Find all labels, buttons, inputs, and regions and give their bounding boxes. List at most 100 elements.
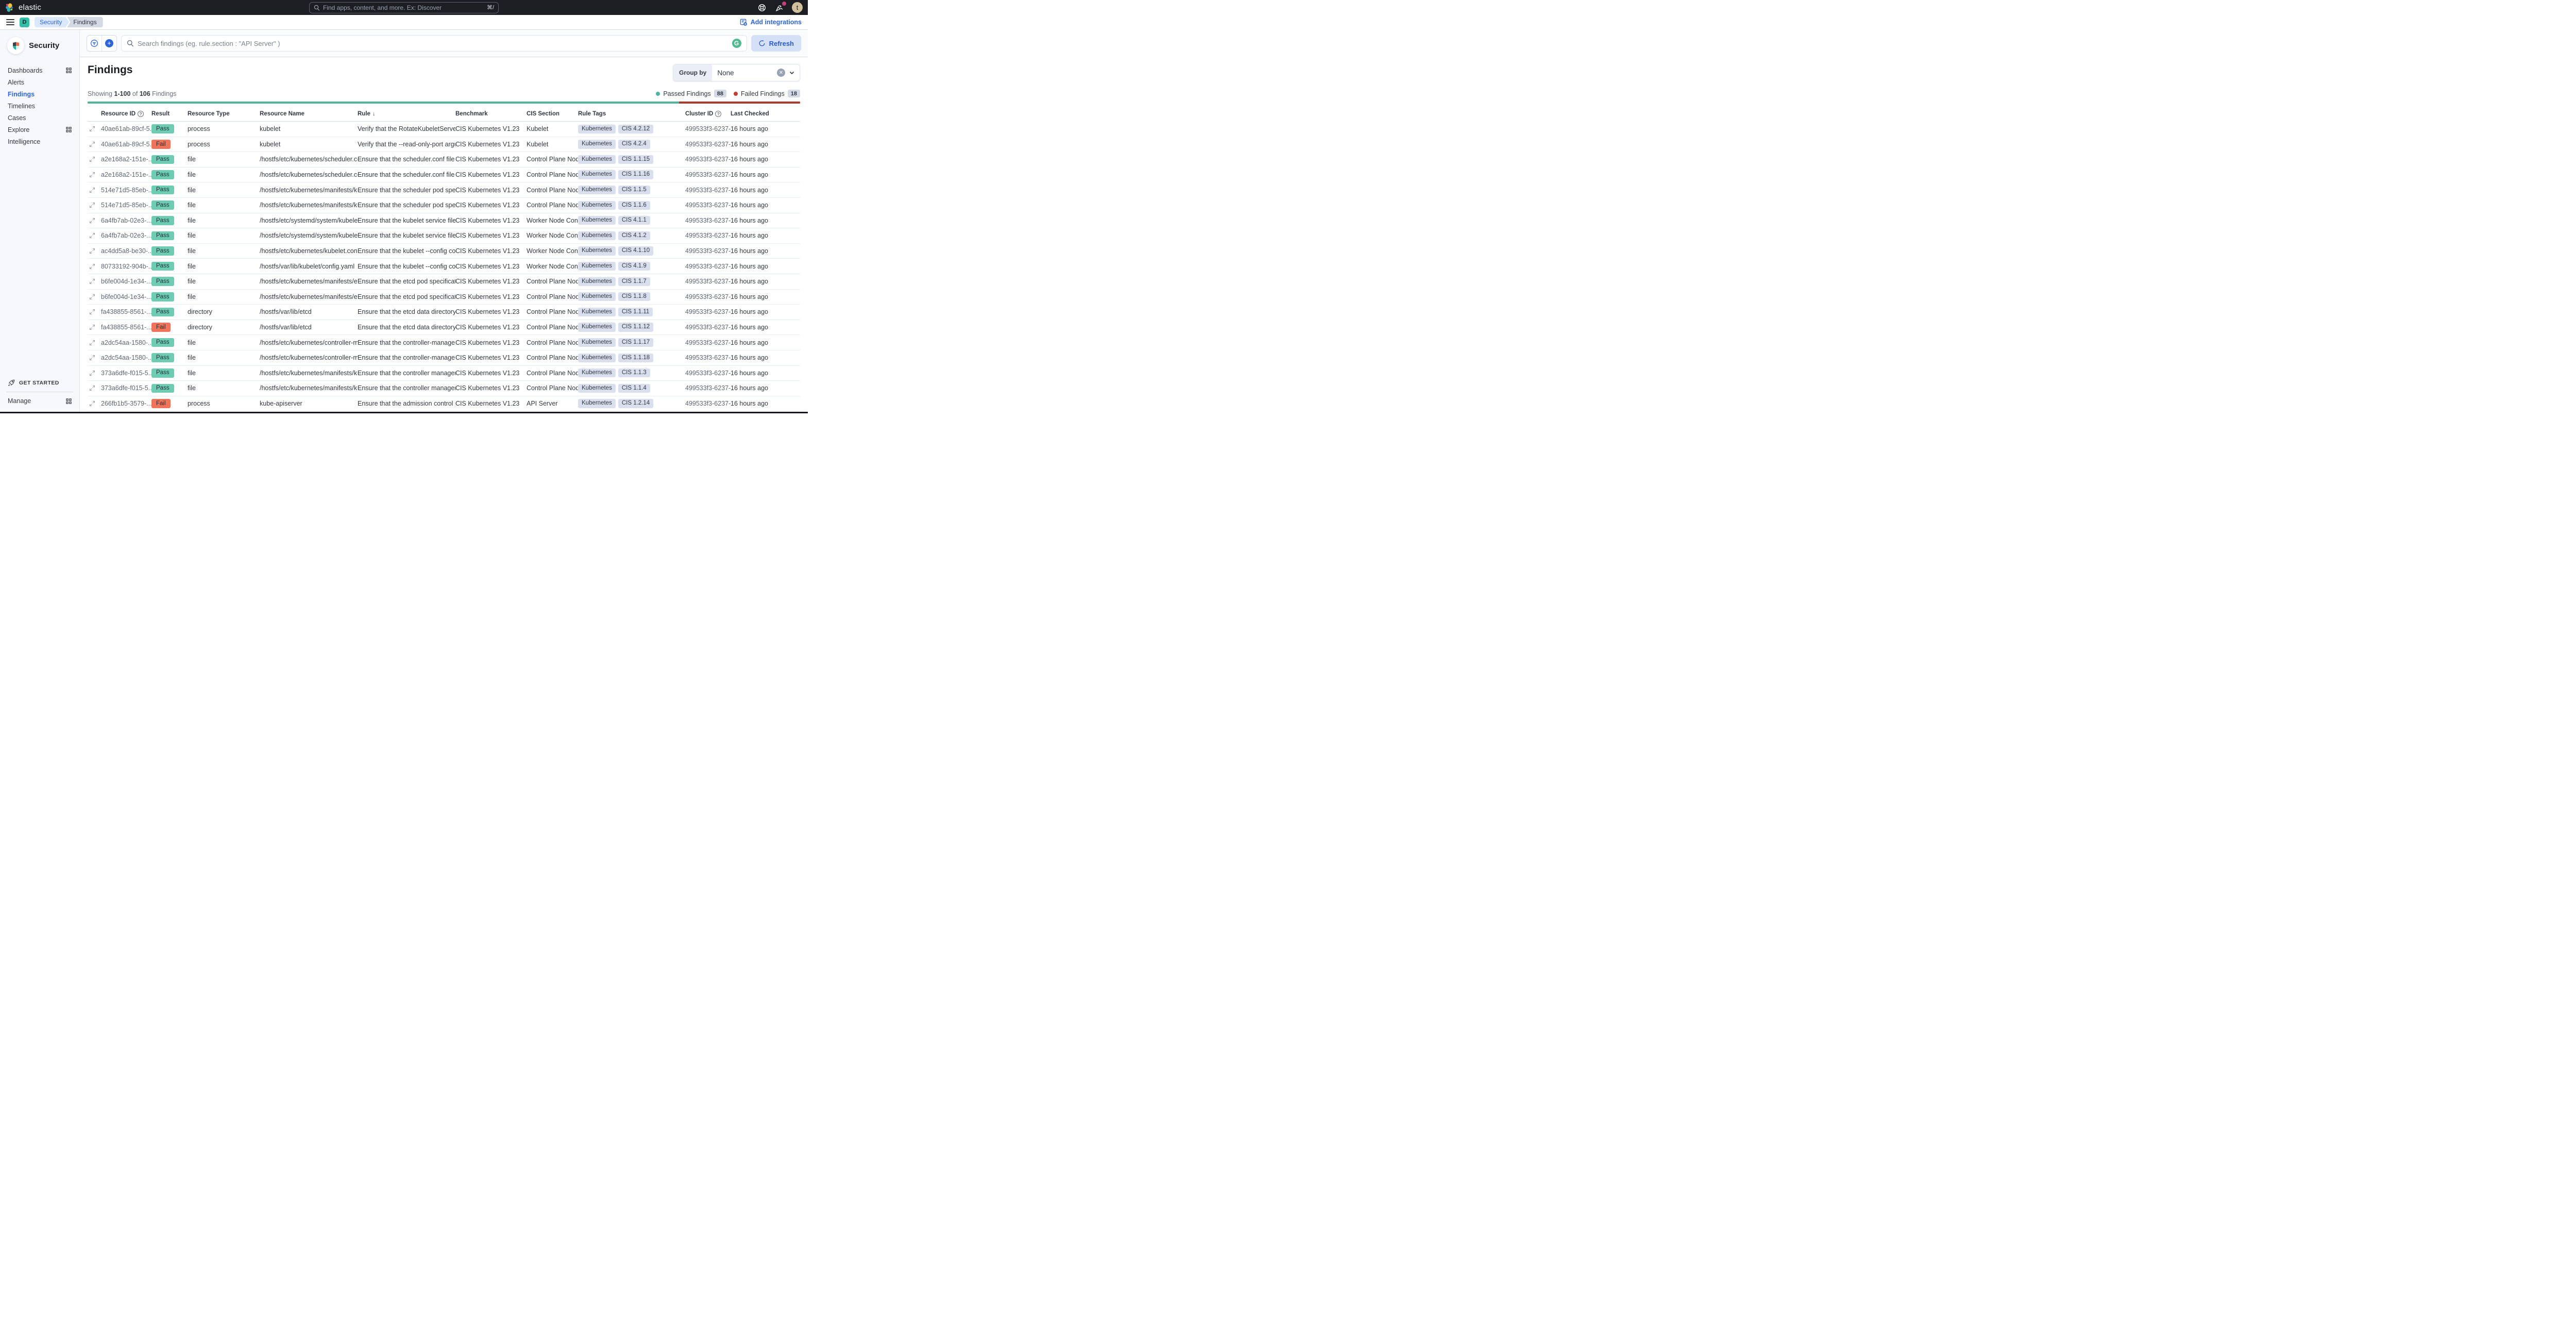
column-header-rule[interactable]: Rule ↓ [358, 107, 455, 121]
expand-row-icon[interactable] [88, 400, 101, 407]
global-search-input[interactable]: Find apps, content, and more. Ex: Discov… [309, 2, 499, 13]
sidebar-item-get-started[interactable]: GET STARTED [0, 375, 79, 391]
expand-row-icon[interactable] [88, 126, 101, 132]
help-icon[interactable] [757, 3, 767, 13]
column-header-last-checked[interactable]: Last Checked [731, 107, 800, 121]
column-header-benchmark[interactable]: Benchmark [455, 107, 527, 121]
expand-row-icon[interactable] [88, 340, 101, 346]
column-header-cluster-id[interactable]: Cluster ID? [685, 107, 731, 121]
sidebar-item-alerts[interactable]: Alerts [0, 76, 79, 88]
cluster-id-cell[interactable]: 499533f3-6237-... [685, 202, 731, 209]
expand-row-icon[interactable] [88, 217, 101, 224]
resource-id-cell[interactable]: a2dc54aa-1580-... [101, 339, 151, 346]
expand-row-icon[interactable] [88, 141, 101, 147]
expand-row-icon[interactable] [88, 324, 101, 330]
column-header-rule-tags[interactable]: Rule Tags [578, 107, 685, 121]
cluster-id-cell[interactable]: 499533f3-6237-... [685, 293, 731, 300]
expand-row-icon[interactable] [88, 294, 101, 300]
expand-row-icon[interactable] [88, 263, 101, 270]
cluster-id-cell[interactable]: 499533f3-6237-... [685, 354, 731, 361]
resource-id-cell[interactable]: 373a6dfe-f015-5... [101, 370, 151, 377]
expand-row-icon[interactable] [88, 156, 101, 162]
sidebar-item-findings[interactable]: Findings [0, 88, 79, 100]
expand-row-icon[interactable] [88, 355, 101, 361]
sidebar-item-intelligence[interactable]: Intelligence [0, 136, 79, 147]
column-header-resource-type[interactable]: Resource Type [188, 107, 260, 121]
resource-id-cell[interactable]: 6a4fb7ab-02e3-... [101, 217, 151, 224]
column-header-result[interactable]: Result [151, 107, 188, 121]
rule-cell: Ensure that the scheduler.conf file owne… [358, 171, 455, 179]
sidebar-item-manage[interactable]: Manage [0, 394, 79, 408]
sidebar-item-explore[interactable]: Explore [0, 124, 79, 136]
resource-id-cell[interactable]: b6fe004d-1e34-... [101, 278, 151, 285]
help-icon[interactable]: ? [715, 111, 722, 117]
resource-id-cell[interactable]: 373a6dfe-f015-5... [101, 384, 151, 392]
cluster-id-cell[interactable]: 499533f3-6237-... [685, 400, 731, 407]
cluster-id-cell[interactable]: 499533f3-6237-... [685, 278, 731, 285]
grammarly-icon[interactable]: G [732, 39, 741, 48]
expand-row-icon[interactable] [88, 202, 101, 208]
cluster-id-cell[interactable]: 499533f3-6237-... [685, 384, 731, 392]
rule-tag-badge: Kubernetes [578, 383, 616, 393]
expand-row-icon[interactable] [88, 232, 101, 239]
table-row: b6fe004d-1e34-... Pass file /hostfs/etc/… [88, 274, 800, 290]
user-avatar[interactable]: t [792, 2, 803, 13]
resource-id-cell[interactable]: fa438855-8561-... [101, 324, 151, 331]
expand-row-icon[interactable] [88, 278, 101, 284]
resource-id-cell[interactable]: a2e168a2-151e-... [101, 156, 151, 163]
sidebar-item-timelines[interactable]: Timelines [0, 100, 79, 112]
findings-search-input[interactable]: Search findings (eg. rule.section : "API… [121, 35, 747, 52]
chevron-down-icon[interactable] [789, 70, 795, 76]
resource-id-cell[interactable]: a2dc54aa-1580-... [101, 354, 151, 361]
column-header-resource-id[interactable]: Resource ID? [101, 107, 151, 121]
cluster-id-cell[interactable]: 499533f3-6237-... [685, 339, 731, 346]
resource-id-cell[interactable]: 40ae61ab-89cf-5... [101, 125, 151, 132]
menu-icon[interactable] [6, 19, 14, 25]
add-filter-button[interactable]: + [102, 36, 116, 51]
cluster-id-cell[interactable]: 499533f3-6237-... [685, 171, 731, 178]
deployment-badge[interactable]: D [20, 17, 29, 27]
clear-icon[interactable]: ✕ [777, 69, 785, 77]
sidebar-item-dashboards[interactable]: Dashboards [0, 64, 79, 76]
resource-id-cell[interactable]: 80733192-904b-... [101, 263, 151, 270]
resource-id-cell[interactable]: b6fe004d-1e34-... [101, 293, 151, 300]
cluster-id-cell[interactable]: 499533f3-6237-... [685, 308, 731, 315]
expand-row-icon[interactable] [88, 309, 101, 315]
filter-icon[interactable] [87, 36, 101, 51]
resource-id-cell[interactable]: fa438855-8561-... [101, 308, 151, 315]
cluster-id-cell[interactable]: 499533f3-6237-... [685, 217, 731, 224]
cluster-id-cell[interactable]: 499533f3-6237-... [685, 156, 731, 163]
cluster-id-cell[interactable]: 499533f3-6237-... [685, 247, 731, 255]
group-by-select[interactable]: Group by None ✕ [673, 64, 800, 81]
cis-section-cell: Kubelet [527, 140, 549, 148]
resource-id-cell[interactable]: 40ae61ab-89cf-5... [101, 141, 151, 148]
sidebar-item-cases[interactable]: Cases [0, 112, 79, 124]
cluster-id-cell[interactable]: 499533f3-6237-... [685, 125, 731, 132]
expand-row-icon[interactable] [88, 370, 101, 376]
expand-row-icon[interactable] [88, 172, 101, 178]
cluster-id-cell[interactable]: 499533f3-6237-... [685, 232, 731, 239]
cluster-id-cell[interactable]: 499533f3-6237-... [685, 370, 731, 377]
cluster-id-cell[interactable]: 499533f3-6237-... [685, 263, 731, 270]
column-header-resource-name[interactable]: Resource Name [260, 107, 358, 121]
resource-id-cell[interactable]: 514e71d5-85eb-... [101, 202, 151, 209]
resource-id-cell[interactable]: a2e168a2-151e-... [101, 171, 151, 178]
table-row: 373a6dfe-f015-5... Pass file /hostfs/etc… [88, 381, 800, 396]
breadcrumb-security[interactable]: Security [35, 17, 69, 27]
resource-id-cell[interactable]: 6a4fb7ab-02e3-... [101, 232, 151, 239]
refresh-button[interactable]: Refresh [751, 35, 801, 52]
news-feed-icon[interactable] [774, 1, 786, 13]
expand-row-icon[interactable] [88, 248, 101, 254]
resource-id-cell[interactable]: 266fb1b5-3579-... [101, 400, 151, 407]
help-icon[interactable]: ? [138, 111, 144, 117]
add-integrations-button[interactable]: Add integrations [740, 19, 802, 26]
cluster-id-cell[interactable]: 499533f3-6237-... [685, 187, 731, 194]
elastic-logo[interactable]: elastic [5, 3, 41, 13]
expand-row-icon[interactable] [88, 187, 101, 193]
resource-id-cell[interactable]: ac4dd5a8-be30-... [101, 247, 151, 255]
expand-row-icon[interactable] [88, 385, 101, 391]
cluster-id-cell[interactable]: 499533f3-6237-... [685, 141, 731, 148]
resource-id-cell[interactable]: 514e71d5-85eb-... [101, 187, 151, 194]
cluster-id-cell[interactable]: 499533f3-6237-... [685, 324, 731, 331]
column-header-cis-section[interactable]: CIS Section [527, 107, 578, 121]
